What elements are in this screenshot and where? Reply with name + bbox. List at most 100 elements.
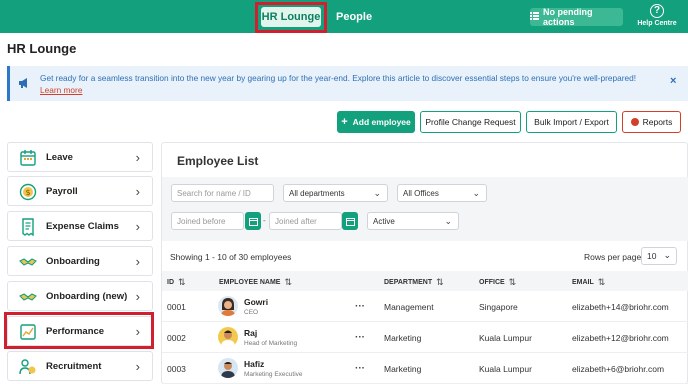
employee-office: Singapore: [479, 302, 518, 312]
sidebar-item-label: Onboarding (new): [46, 290, 128, 302]
page-title: HR Lounge: [7, 41, 77, 56]
table-row[interactable]: 0003 Hafiz Marketing Executive ··· Marke…: [162, 353, 688, 384]
employee-email: elizabeth+12@briohr.com: [572, 333, 669, 343]
receipt-icon: [22, 218, 34, 236]
learn-more-link[interactable]: Learn more: [40, 85, 82, 95]
column-header-office[interactable]: OFFICE ⇅: [479, 277, 516, 288]
highlight-box-performance: [4, 312, 154, 349]
column-header-id[interactable]: ID ⇅: [167, 277, 186, 288]
chevron-right-icon: ›: [135, 288, 140, 304]
sort-icon: ⇅: [284, 277, 292, 287]
avatar: [218, 358, 238, 378]
chevron-down-icon: ⌄: [373, 188, 381, 198]
calendar-icon: [345, 217, 355, 226]
employee-title: Head of Marketing: [244, 340, 298, 347]
search-input[interactable]: Search for name / ID: [171, 184, 274, 202]
employee-email: elizabeth+14@briohr.com: [572, 302, 669, 312]
reports-button[interactable]: Reports: [622, 111, 681, 133]
column-header-employee-name[interactable]: EMPLOYEE NAME ⇅: [219, 277, 292, 288]
sidebar-item-recruitment[interactable]: Recruitment ›: [7, 351, 153, 381]
rows-per-page-value: 10: [647, 251, 657, 261]
calendar-button[interactable]: [245, 212, 261, 230]
employee-department: Marketing: [384, 364, 422, 374]
megaphone-icon: [19, 78, 27, 88]
employee-office: Kuala Lumpur: [479, 333, 532, 343]
employee-name[interactable]: Hafiz: [244, 359, 264, 369]
highlight-box-hr-lounge: [255, 2, 327, 33]
joined-after-input[interactable]: Joined after: [269, 212, 342, 230]
chevron-right-icon: ›: [135, 218, 140, 234]
joined-before-input[interactable]: Joined before: [171, 212, 244, 230]
employee-id: 0001: [167, 302, 186, 312]
chevron-down-icon: ⌄: [472, 188, 480, 198]
column-header-department[interactable]: DEPARTMENT ⇅: [384, 277, 444, 288]
employee-id: 0003: [167, 364, 186, 374]
plus-icon: +: [341, 116, 348, 128]
announcement-banner: Get ready for a seamless transition into…: [7, 66, 688, 101]
bulk-import-export-button[interactable]: Bulk Import / Export: [526, 111, 617, 133]
employee-title: CEO: [244, 309, 259, 316]
pending-actions-label: No pending actions: [543, 7, 593, 27]
employee-email: elizabeth+6@briohr.com: [572, 364, 665, 374]
chevron-right-icon: ›: [135, 358, 140, 374]
sidebar-item-label: Leave: [46, 151, 73, 163]
question-mark-icon: ?: [650, 4, 664, 18]
more-options-icon[interactable]: ···: [355, 363, 365, 374]
tab-people[interactable]: People: [336, 11, 372, 23]
sidebar-item-expense-claims[interactable]: Expense Claims ›: [7, 211, 153, 241]
pagination-summary: Showing 1 - 10 of 30 employees: [170, 252, 292, 262]
employee-id: 0002: [167, 333, 186, 343]
profile-change-request-button[interactable]: Profile Change Request: [420, 111, 521, 133]
office-select-value: All Offices: [403, 188, 439, 198]
employee-name[interactable]: Raj: [244, 328, 257, 338]
sidebar-item-leave[interactable]: Leave ›: [7, 142, 153, 172]
avatar: [218, 327, 238, 347]
chevron-down-icon: ⌄: [663, 250, 671, 260]
table-header: ID ⇅ EMPLOYEE NAME ⇅ DEPARTMENT ⇅ OFFICE ⇅ E…: [162, 271, 688, 291]
sidebar-item-payroll[interactable]: $ Payroll ›: [7, 176, 153, 206]
list-icon: [530, 12, 539, 22]
employee-department: Marketing: [384, 333, 422, 343]
employee-title: Marketing Executive: [244, 371, 303, 378]
status-select-value: Active: [373, 216, 395, 226]
sidebar-item-label: Onboarding: [46, 255, 100, 267]
reports-label: Reports: [642, 117, 673, 127]
dollar-coin-icon: $: [19, 183, 37, 201]
office-select[interactable]: All Offices ⌄: [397, 184, 487, 202]
filters-area: Search for name / ID All departments ⌄ A…: [162, 177, 688, 241]
help-centre-button[interactable]: ? Help Centre: [636, 4, 678, 27]
sidebar-item-label: Payroll: [46, 185, 78, 197]
department-select[interactable]: All departments ⌄: [283, 184, 388, 202]
rows-per-page-label: Rows per page: [584, 252, 642, 262]
chevron-right-icon: ›: [135, 253, 140, 269]
sidebar-item-onboarding[interactable]: Onboarding ›: [7, 246, 153, 276]
handshake-icon: [19, 258, 37, 266]
employee-name[interactable]: Gowri: [244, 297, 268, 307]
help-centre-label: Help Centre: [637, 20, 677, 27]
table-row[interactable]: 0002 Raj Head of Marketing ··· Marketing…: [162, 322, 688, 353]
more-options-icon[interactable]: ···: [355, 301, 365, 312]
sidebar-item-label: Recruitment: [46, 360, 102, 372]
employee-department: Management: [384, 302, 434, 312]
employee-list-title: Employee List: [177, 154, 259, 168]
calendar-button[interactable]: [342, 212, 358, 230]
sort-icon: ⇅: [178, 277, 186, 287]
column-header-email[interactable]: EMAIL ⇅: [572, 277, 605, 288]
pending-actions-button[interactable]: No pending actions: [530, 7, 623, 27]
department-select-value: All departments: [289, 188, 345, 198]
recruitment-people-icon: [19, 359, 36, 375]
status-select[interactable]: Active ⌄: [367, 212, 459, 230]
calendar-icon: [248, 217, 258, 226]
sidebar-item-label: Expense Claims: [46, 220, 119, 232]
sidebar-item-onboarding-new[interactable]: Onboarding (new) ›: [7, 281, 153, 311]
top-navigation-bar: HR Lounge People No pending actions ? He…: [0, 0, 688, 33]
chevron-down-icon: ⌄: [444, 216, 452, 226]
add-employee-button[interactable]: + Add employee: [337, 111, 415, 133]
more-options-icon[interactable]: ···: [355, 332, 365, 343]
table-row[interactable]: 0001 Gowri CEO ··· Management Singapore …: [162, 291, 688, 322]
rows-per-page-select[interactable]: 10 ⌄: [641, 247, 677, 265]
add-employee-label: Add employee: [352, 117, 411, 127]
employee-office: Kuala Lumpur: [479, 364, 532, 374]
chevron-right-icon: ›: [135, 183, 140, 199]
close-icon[interactable]: ×: [670, 75, 676, 87]
